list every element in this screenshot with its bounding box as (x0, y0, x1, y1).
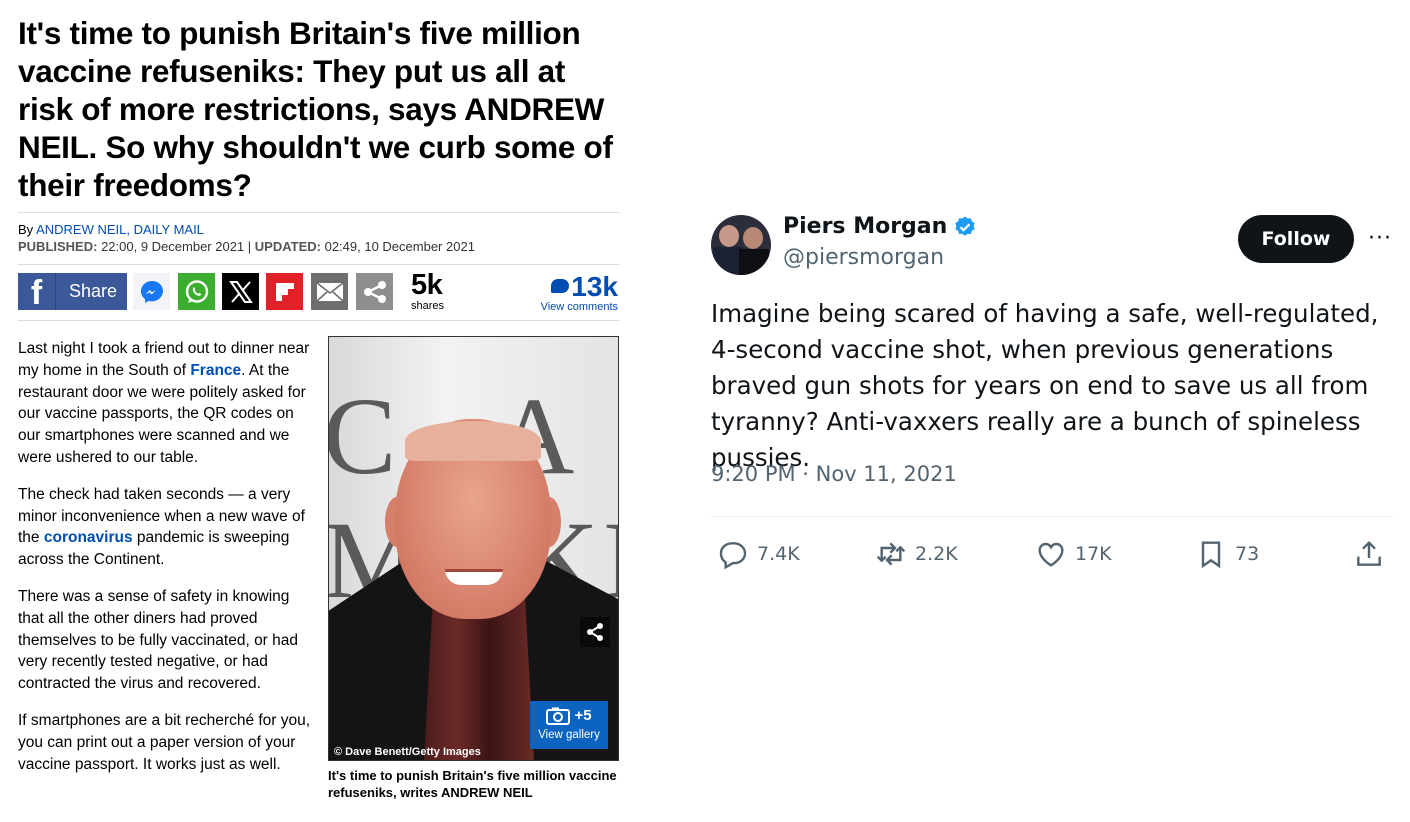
byline-prefix: By (18, 222, 37, 237)
share-count-number: 5k (411, 269, 443, 301)
like-button[interactable]: 17K (1035, 534, 1112, 574)
paragraph-text: If smartphones are a bit recherché for y… (18, 711, 311, 773)
author-link[interactable]: ANDREW NEIL, DAILY MAIL (36, 222, 204, 237)
share-count: 5k shares (411, 269, 445, 313)
email-share-button[interactable] (311, 273, 348, 310)
coronavirus-link[interactable]: coronavirus (44, 529, 133, 546)
facebook-share-label: Share (69, 281, 118, 301)
retweet-icon (876, 542, 906, 566)
heart-icon (1038, 542, 1064, 567)
bookmark-count: 73 (1235, 543, 1260, 565)
publish-dates: PUBLISHED: 22:00, 9 December 2021 | UPDA… (18, 238, 620, 255)
gallery-label: View gallery (538, 729, 600, 741)
photo-share-button[interactable] (580, 617, 610, 647)
more-share-button[interactable] (356, 273, 393, 310)
tweet-author[interactable]: Piers Morgan (783, 214, 977, 239)
article-headline: It's time to punish Britain's five milli… (18, 15, 613, 203)
share-bar: f Share 5k shares 13k View comments (18, 265, 620, 321)
comments-link[interactable]: 13k View comments (541, 271, 618, 314)
photo-credit: © Dave Benett/Getty Images (334, 746, 481, 758)
published-label: PUBLISHED: (18, 239, 98, 254)
flipboard-share-button[interactable] (266, 273, 303, 310)
article-paragraph: Last night I took a friend out to dinner… (18, 338, 318, 469)
avatar[interactable] (711, 215, 771, 275)
like-count: 17K (1075, 543, 1112, 565)
article-body: Last night I took a friend out to dinner… (18, 338, 318, 790)
whatsapp-icon (185, 279, 208, 303)
updated-value: 02:49, 10 December 2021 (320, 239, 475, 254)
author-handle[interactable]: @piersmorgan (783, 245, 944, 270)
view-gallery-button[interactable]: +5 View gallery (530, 701, 608, 749)
bookmark-icon (1201, 541, 1221, 569)
share-tweet-button[interactable] (1353, 534, 1385, 574)
tweet-actions: 7.4K 2.2K 17K 73 (711, 534, 1394, 574)
share-icon (587, 623, 603, 641)
x-share-button[interactable] (222, 273, 259, 310)
follow-button[interactable]: Follow (1238, 215, 1354, 263)
facebook-icon: f (18, 273, 56, 310)
facebook-share-button[interactable]: f Share (18, 273, 127, 310)
article-paragraph: The check had taken seconds — a very min… (18, 484, 318, 571)
article-photo[interactable]: C A M KI +5 View gallery © Dave Benett/G… (328, 336, 619, 761)
bookmark-button[interactable]: 73 (1195, 534, 1259, 574)
byline: By ANDREW NEIL, DAILY MAIL (18, 222, 620, 238)
x-icon (228, 280, 253, 303)
tweet-timestamp[interactable]: 9:20 PM · Nov 11, 2021 (711, 462, 957, 486)
article-meta: By ANDREW NEIL, DAILY MAIL PUBLISHED: 22… (18, 212, 620, 265)
photo-caption: It's time to punish Britain's five milli… (328, 768, 617, 800)
tweet-text: Imagine being scared of having a safe, w… (711, 299, 1379, 472)
messenger-icon (140, 280, 163, 303)
reply-button[interactable]: 7.4K (717, 534, 800, 574)
updated-label: UPDATED: (251, 239, 321, 254)
share-icon (1357, 540, 1381, 566)
email-icon (315, 281, 344, 302)
divider (711, 516, 1394, 517)
reply-count: 7.4K (757, 543, 800, 565)
author-name: Piers Morgan (783, 214, 948, 239)
france-link[interactable]: France (190, 362, 241, 379)
comment-count: 13k (571, 271, 618, 302)
flipboard-icon (275, 282, 294, 301)
share-icon (363, 280, 386, 303)
article-paragraph: If smartphones are a bit recherché for y… (18, 710, 318, 775)
camera-icon (546, 707, 571, 725)
gallery-count: +5 (574, 707, 592, 724)
verified-badge-icon (955, 216, 976, 236)
comment-bubble-icon (551, 279, 570, 293)
share-count-label: shares (411, 300, 445, 312)
published-value: 22:00, 9 December 2021 (97, 239, 248, 254)
retweet-count: 2.2K (915, 543, 958, 565)
paragraph-text: There was a sense of safety in knowing t… (18, 587, 299, 693)
article-paragraph: There was a sense of safety in knowing t… (18, 586, 318, 695)
view-comments-label[interactable]: View comments (541, 301, 618, 313)
more-options-button[interactable]: ··· (1368, 226, 1392, 251)
messenger-share-button[interactable] (133, 273, 170, 310)
reply-icon (719, 542, 747, 570)
retweet-button[interactable]: 2.2K (875, 534, 958, 574)
article-photo-block: C A M KI +5 View gallery © Dave Benett/G… (328, 336, 619, 801)
news-article: It's time to punish Britain's five milli… (18, 14, 620, 800)
whatsapp-share-button[interactable] (178, 273, 215, 310)
